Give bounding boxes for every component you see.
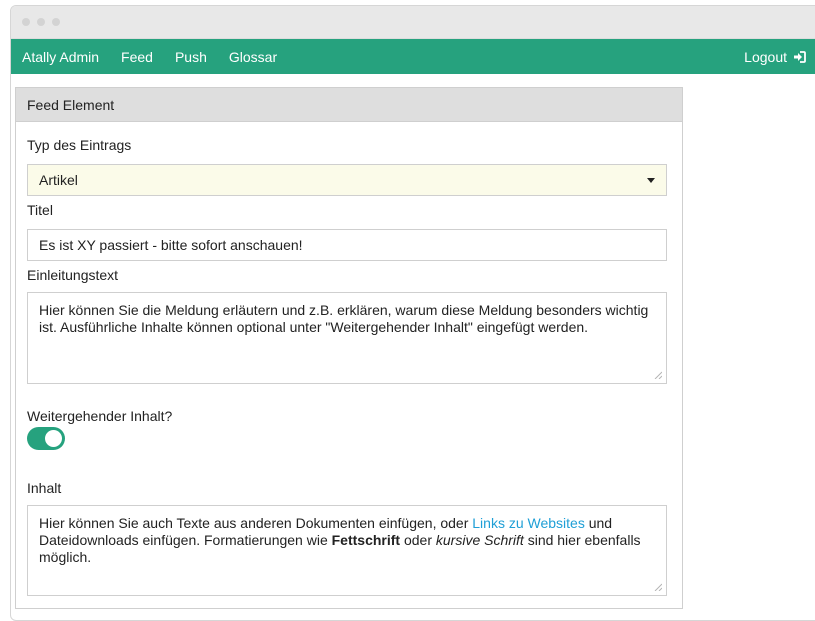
window-titlebar: [11, 6, 815, 39]
type-label: Typ des Eintrags: [27, 137, 132, 153]
content-text-3: oder: [400, 532, 436, 548]
nav-item-feed[interactable]: Feed: [121, 49, 153, 65]
nav-brand-atally-admin[interactable]: Atally Admin: [22, 49, 99, 65]
caret-down-icon: [647, 178, 655, 183]
resize-handle-icon[interactable]: [654, 583, 662, 591]
resize-handle-icon[interactable]: [654, 371, 662, 379]
more-content-toggle[interactable]: [27, 427, 65, 450]
panel-heading: Feed Element: [16, 88, 682, 122]
type-select-value: Artikel: [39, 172, 78, 188]
window-control-maximize[interactable]: [52, 18, 60, 26]
content-bold-text: Fettschrift: [331, 532, 401, 548]
intro-text: Hier können Sie die Meldung erläutern un…: [39, 302, 649, 335]
content-link[interactable]: Links zu Websites: [472, 515, 585, 531]
sign-in-icon: [793, 50, 806, 63]
window-control-close[interactable]: [22, 18, 30, 26]
nav-item-push[interactable]: Push: [175, 49, 207, 65]
logout-button[interactable]: Logout: [744, 49, 806, 65]
intro-label: Einleitungstext: [27, 267, 119, 283]
top-navbar: Atally Admin Feed Push Glossar Logout: [11, 39, 815, 74]
more-content-label: Weitergehender Inhalt?: [27, 408, 173, 424]
intro-textarea[interactable]: Hier können Sie die Meldung erläutern un…: [27, 292, 667, 384]
content-text-1: Hier können Sie auch Texte aus anderen D…: [39, 515, 473, 531]
nav-item-glossar[interactable]: Glossar: [229, 49, 277, 65]
content-label: Inhalt: [27, 480, 62, 496]
type-select[interactable]: Artikel: [27, 164, 667, 196]
content-italic-text: kursive Schrift: [435, 532, 524, 548]
title-label: Titel: [27, 202, 53, 218]
content-editor[interactable]: Hier können Sie auch Texte aus anderen D…: [27, 505, 667, 596]
toggle-knob: [45, 430, 62, 447]
logout-label: Logout: [744, 48, 787, 65]
title-input[interactable]: Es ist XY passiert - bitte sofort anscha…: [27, 229, 667, 261]
feed-element-panel: Feed Element Typ des Eintrags Artikel Ti…: [15, 87, 683, 609]
window-control-minimize[interactable]: [37, 18, 45, 26]
